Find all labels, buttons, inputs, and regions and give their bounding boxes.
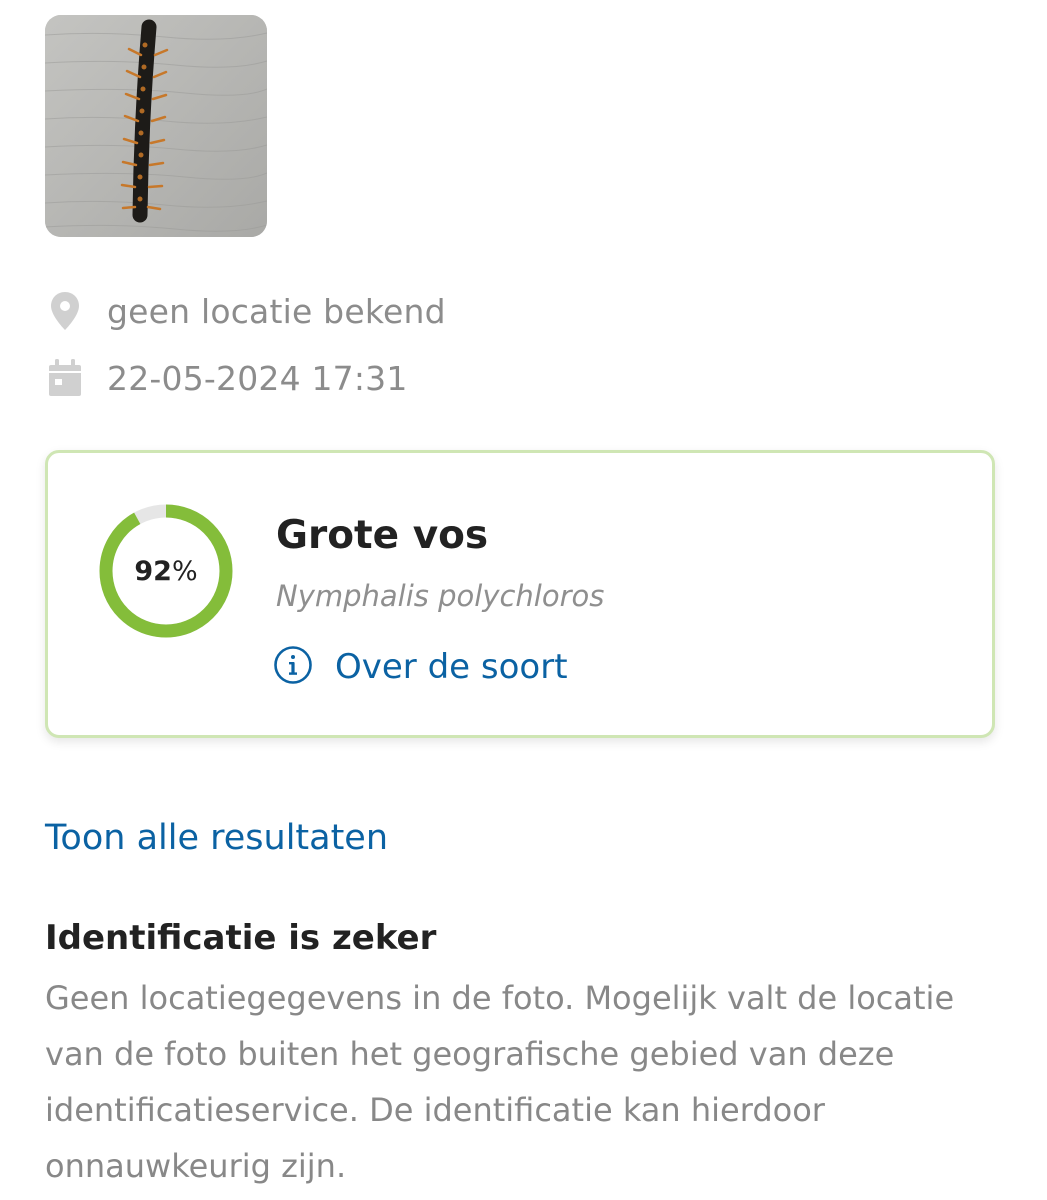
- species-latin-name: Nymphalis polychloros: [276, 579, 605, 613]
- location-text: geen locatie bekend: [107, 291, 446, 331]
- caterpillar-photo: [45, 15, 267, 237]
- species-result-card[interactable]: 92% Grote vos Nymphalis polychloros Over…: [45, 450, 995, 738]
- date-text: 22-05-2024 17:31: [107, 358, 408, 398]
- species-name: Grote vos: [276, 513, 489, 558]
- info-icon: [273, 645, 313, 689]
- observation-photo[interactable]: [45, 15, 267, 237]
- confidence-number: 92: [134, 555, 172, 587]
- confidence-label: 92%: [96, 501, 236, 641]
- show-all-results-link[interactable]: Toon alle resultaten: [45, 818, 388, 858]
- about-species-link[interactable]: Over de soort: [273, 645, 568, 689]
- identification-title: Identificatie is zeker: [45, 918, 437, 958]
- map-pin-icon: [45, 289, 85, 333]
- confidence-unit: %: [171, 555, 198, 587]
- observation-detail-page: geen locatie bekend 22-05-2024 17:31 92%…: [0, 0, 1047, 1200]
- identification-description: Geen locatiegegevens in de foto. Mogelij…: [45, 979, 955, 1185]
- location-row: geen locatie bekend: [45, 286, 446, 336]
- about-species-label: Over de soort: [335, 647, 568, 687]
- date-row: 22-05-2024 17:31: [45, 353, 408, 403]
- calendar-icon: [45, 356, 85, 400]
